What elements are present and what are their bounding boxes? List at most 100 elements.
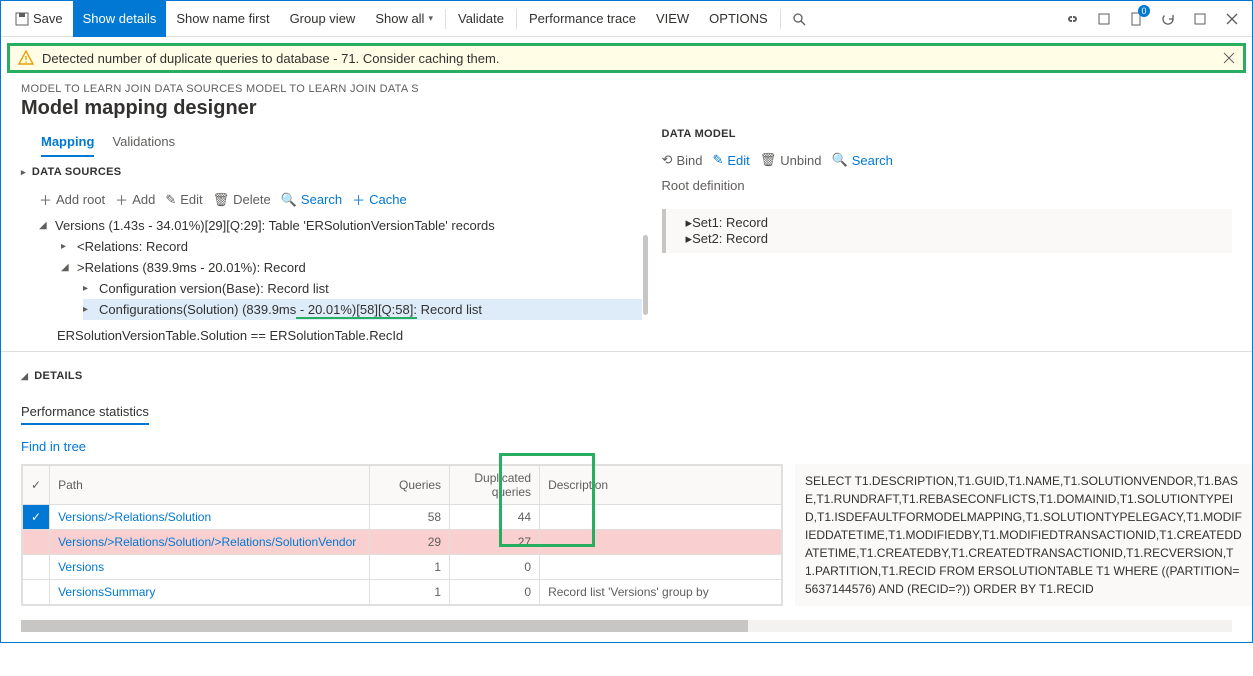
close-button[interactable] bbox=[1216, 1, 1248, 37]
table-row[interactable]: Versions 1 0 bbox=[23, 555, 782, 580]
link-icon bbox=[1064, 14, 1080, 24]
bind-button[interactable]: ⟲Bind bbox=[662, 152, 703, 168]
add-root-button[interactable]: ＋Add root bbox=[39, 190, 105, 209]
details-section: ◢ DETAILS bbox=[1, 351, 1252, 400]
link-icon-button[interactable] bbox=[1056, 1, 1088, 37]
link-icon: ⟲ bbox=[662, 152, 673, 168]
perf-trace-button[interactable]: Performance trace bbox=[519, 1, 646, 37]
pencil-icon: ✎ bbox=[165, 192, 176, 208]
warning-close[interactable] bbox=[1223, 52, 1235, 64]
tree-node-config-solution[interactable]: ▸ Configurations(Solution) (839.9ms - 20… bbox=[83, 299, 642, 320]
group-view-button[interactable]: Group view bbox=[280, 1, 366, 37]
view-button[interactable]: VIEW bbox=[646, 1, 699, 37]
toolbar-search-button[interactable] bbox=[783, 1, 815, 37]
data-sources-header[interactable]: ▸ DATA SOURCES bbox=[21, 158, 642, 186]
sql-panel: SELECT T1.DESCRIPTION,T1.GUID,T1.NAME,T1… bbox=[795, 464, 1252, 606]
row-checkbox[interactable] bbox=[23, 530, 50, 555]
row-checkbox[interactable]: ✓ bbox=[23, 505, 50, 530]
trash-icon: 🗑 bbox=[760, 152, 777, 168]
save-button[interactable]: Save bbox=[5, 1, 73, 37]
expand-icon: ▸ bbox=[83, 283, 93, 294]
separator bbox=[780, 9, 781, 29]
search-icon bbox=[792, 12, 806, 26]
validate-button[interactable]: Validate bbox=[448, 1, 514, 37]
separator bbox=[445, 9, 446, 29]
ds-actions: ＋Add root ＋Add ✎Edit 🗑Delete 🔍Search ＋Ca… bbox=[21, 186, 642, 215]
col-queries[interactable]: Queries bbox=[370, 466, 450, 505]
table-row[interactable]: VersionsSummary 1 0 Record list 'Version… bbox=[23, 580, 782, 605]
horizontal-scrollbar[interactable] bbox=[21, 620, 1232, 632]
refresh-button[interactable] bbox=[1152, 1, 1184, 37]
tree-node-config-base[interactable]: ▸Configuration version(Base): Record lis… bbox=[83, 278, 642, 299]
dm-actions: ⟲Bind ✎Edit 🗑Unbind 🔍Search bbox=[662, 148, 1232, 174]
dm-tree: ▸Set1: Record ▸Set2: Record bbox=[662, 209, 1232, 253]
unbind-button[interactable]: 🗑Unbind bbox=[760, 152, 822, 168]
row-checkbox[interactable] bbox=[23, 580, 50, 605]
expand-icon bbox=[1193, 12, 1207, 26]
trash-icon: 🗑 bbox=[213, 192, 230, 208]
col-duplicated[interactable]: Duplicated queries bbox=[450, 466, 540, 505]
expand-button[interactable] bbox=[1184, 1, 1216, 37]
save-icon bbox=[15, 12, 29, 26]
tree-node-relations-gt[interactable]: ◢>Relations (839.9ms - 20.01%): Record bbox=[61, 257, 642, 278]
close-icon bbox=[1226, 13, 1238, 25]
col-path[interactable]: Path bbox=[50, 466, 370, 505]
warning-bar: Detected number of duplicate queries to … bbox=[7, 43, 1246, 73]
close-icon bbox=[1223, 52, 1235, 64]
dm-edit-button[interactable]: ✎Edit bbox=[712, 152, 749, 168]
collapse-icon: ◢ bbox=[61, 262, 71, 273]
perf-stats-tab[interactable]: Performance statistics bbox=[21, 404, 149, 425]
warning-text: Detected number of duplicate queries to … bbox=[42, 51, 499, 66]
tree-node-set2[interactable]: ▸Set2: Record bbox=[666, 231, 1232, 247]
data-model-header: DATA MODEL bbox=[662, 128, 1232, 148]
plus-icon: ＋ bbox=[39, 190, 52, 209]
edit-button[interactable]: ✎Edit bbox=[165, 190, 202, 209]
scrollbar-thumb[interactable] bbox=[21, 620, 748, 632]
show-details-label: Show details bbox=[83, 11, 157, 26]
toolbar: Save Show details Show name first Group … bbox=[1, 1, 1252, 37]
delete-button[interactable]: 🗑Delete bbox=[213, 190, 271, 209]
pencil-icon: ✎ bbox=[712, 152, 723, 168]
expand-icon: ▸ bbox=[61, 241, 71, 252]
scrollbar-thumb[interactable] bbox=[643, 235, 648, 315]
collapse-icon: ◢ bbox=[39, 220, 49, 231]
expand-icon: ▸ bbox=[83, 304, 93, 315]
collapse-icon: ◢ bbox=[21, 371, 28, 382]
options-button[interactable]: OPTIONS bbox=[699, 1, 778, 37]
tabs: Mapping Validations bbox=[21, 128, 642, 158]
add-button[interactable]: ＋Add bbox=[115, 190, 155, 209]
find-in-tree-link[interactable]: Find in tree bbox=[1, 433, 86, 464]
chevron-right-icon: ▸ bbox=[21, 167, 26, 178]
search-button[interactable]: 🔍Search bbox=[281, 190, 342, 209]
search-icon: 🔍 bbox=[832, 152, 848, 168]
table-row[interactable]: Versions/>Relations/Solution/>Relations/… bbox=[23, 530, 782, 555]
office-button[interactable] bbox=[1088, 1, 1120, 37]
refresh-icon bbox=[1161, 12, 1175, 26]
show-details-button[interactable]: Show details bbox=[73, 1, 167, 37]
table-row[interactable]: ✓ Versions/>Relations/Solution 58 44 bbox=[23, 505, 782, 530]
office-icon bbox=[1097, 12, 1111, 26]
dm-search-button[interactable]: 🔍Search bbox=[832, 152, 893, 168]
tab-mapping[interactable]: Mapping bbox=[41, 128, 94, 157]
save-label: Save bbox=[33, 11, 63, 26]
performance-grid: ✓ Path Queries Duplicated queries Descri… bbox=[21, 464, 783, 606]
chevron-down-icon: ▾ bbox=[428, 13, 433, 24]
cache-button[interactable]: ＋Cache bbox=[352, 190, 407, 209]
row-checkbox[interactable] bbox=[23, 555, 50, 580]
page-title: Model mapping designer bbox=[1, 95, 1252, 128]
col-description[interactable]: Description bbox=[540, 466, 782, 505]
search-icon: 🔍 bbox=[281, 192, 297, 208]
tree-node-set1[interactable]: ▸Set1: Record bbox=[666, 215, 1232, 231]
tab-validations[interactable]: Validations bbox=[112, 128, 175, 157]
show-all-button[interactable]: Show all▾ bbox=[365, 1, 443, 37]
tree-node-relations-lt[interactable]: ▸<Relations: Record bbox=[61, 236, 642, 257]
notif-badge: 0 bbox=[1138, 5, 1150, 17]
details-header[interactable]: ◢ DETAILS bbox=[21, 362, 1232, 390]
warning-icon bbox=[18, 50, 34, 66]
tree-node-versions[interactable]: ◢Versions (1.43s - 34.01%)[29][Q:29]: Ta… bbox=[39, 215, 642, 236]
plus-icon: ＋ bbox=[352, 190, 365, 209]
show-name-first-button[interactable]: Show name first bbox=[166, 1, 279, 37]
ds-tree: ◢Versions (1.43s - 34.01%)[29][Q:29]: Ta… bbox=[21, 215, 642, 320]
select-all-checkbox[interactable]: ✓ bbox=[23, 466, 50, 505]
notifications-button[interactable]: 0 bbox=[1120, 1, 1152, 37]
